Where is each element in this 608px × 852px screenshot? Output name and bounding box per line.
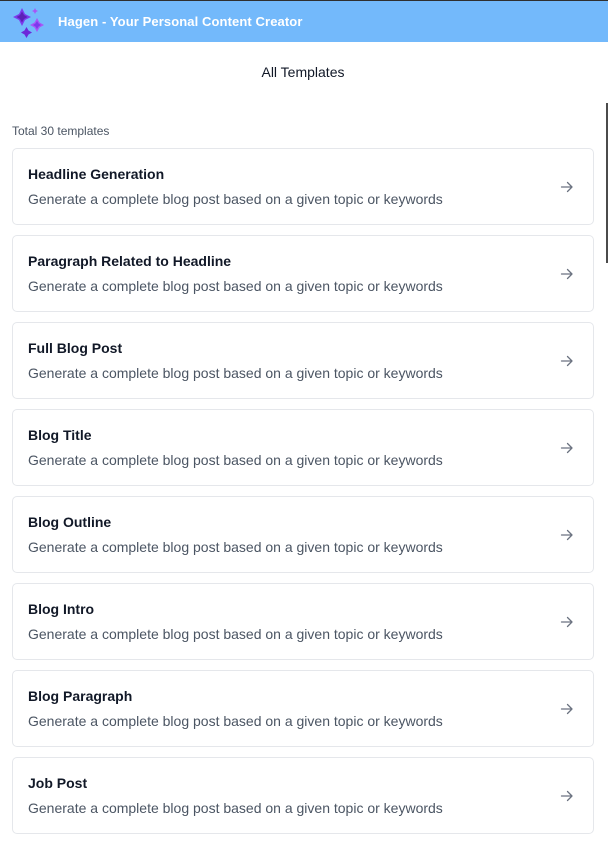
template-title: Blog Outline: [28, 514, 112, 530]
app-title: Hagen - Your Personal Content Creator: [58, 14, 303, 29]
template-description: Generate a complete blog post based on a…: [28, 713, 443, 729]
sparkles-logo-icon: [13, 8, 44, 38]
arrow-right-icon[interactable]: [559, 614, 575, 630]
template-title: Job Post: [28, 775, 88, 791]
arrow-right-icon[interactable]: [559, 440, 575, 456]
arrow-right-icon[interactable]: [559, 179, 575, 195]
template-card-headline-generation[interactable]: Headline Generation Generate a complete …: [12, 148, 594, 225]
template-title: Paragraph Related to Headline: [28, 253, 232, 269]
template-card-blog-title[interactable]: Blog Title Generate a complete blog post…: [12, 409, 594, 486]
template-description: Generate a complete blog post based on a…: [28, 191, 443, 207]
arrow-right-icon[interactable]: [559, 788, 575, 804]
arrow-right-icon[interactable]: [559, 266, 575, 282]
template-title: Blog Intro: [28, 601, 95, 617]
template-card-blog-intro[interactable]: Blog Intro Generate a complete blog post…: [12, 583, 594, 660]
template-title: Full Blog Post: [28, 340, 123, 356]
template-title: Blog Title: [28, 427, 92, 443]
template-card-job-post[interactable]: Job Post Generate a complete blog post b…: [12, 757, 594, 834]
template-card-blog-outline[interactable]: Blog Outline Generate a complete blog po…: [12, 496, 594, 573]
arrow-right-icon[interactable]: [559, 527, 575, 543]
template-title: Blog Paragraph: [28, 688, 133, 704]
arrow-right-icon[interactable]: [559, 701, 575, 717]
title-bar: Hagen - Your Personal Content Creator: [0, 0, 608, 42]
template-card-paragraph-related[interactable]: Paragraph Related to Headline Generate a…: [12, 235, 594, 312]
template-card-full-blog-post[interactable]: Full Blog Post Generate a complete blog …: [12, 322, 594, 399]
template-description: Generate a complete blog post based on a…: [28, 800, 443, 816]
template-list: Headline Generation Generate a complete …: [12, 148, 594, 844]
template-card-blog-paragraph[interactable]: Blog Paragraph Generate a complete blog …: [12, 670, 594, 747]
template-description: Generate a complete blog post based on a…: [28, 365, 443, 381]
template-description: Generate a complete blog post based on a…: [28, 626, 443, 642]
app-window: Hagen - Your Personal Content Creator Al…: [0, 0, 608, 852]
page-title: All Templates: [261, 64, 345, 80]
template-description: Generate a complete blog post based on a…: [28, 278, 443, 294]
template-title: Headline Generation: [28, 166, 165, 182]
templates-count: Total 30 templates: [12, 124, 110, 138]
template-description: Generate a complete blog post based on a…: [28, 539, 443, 555]
template-description: Generate a complete blog post based on a…: [28, 452, 443, 468]
arrow-right-icon[interactable]: [559, 353, 575, 369]
